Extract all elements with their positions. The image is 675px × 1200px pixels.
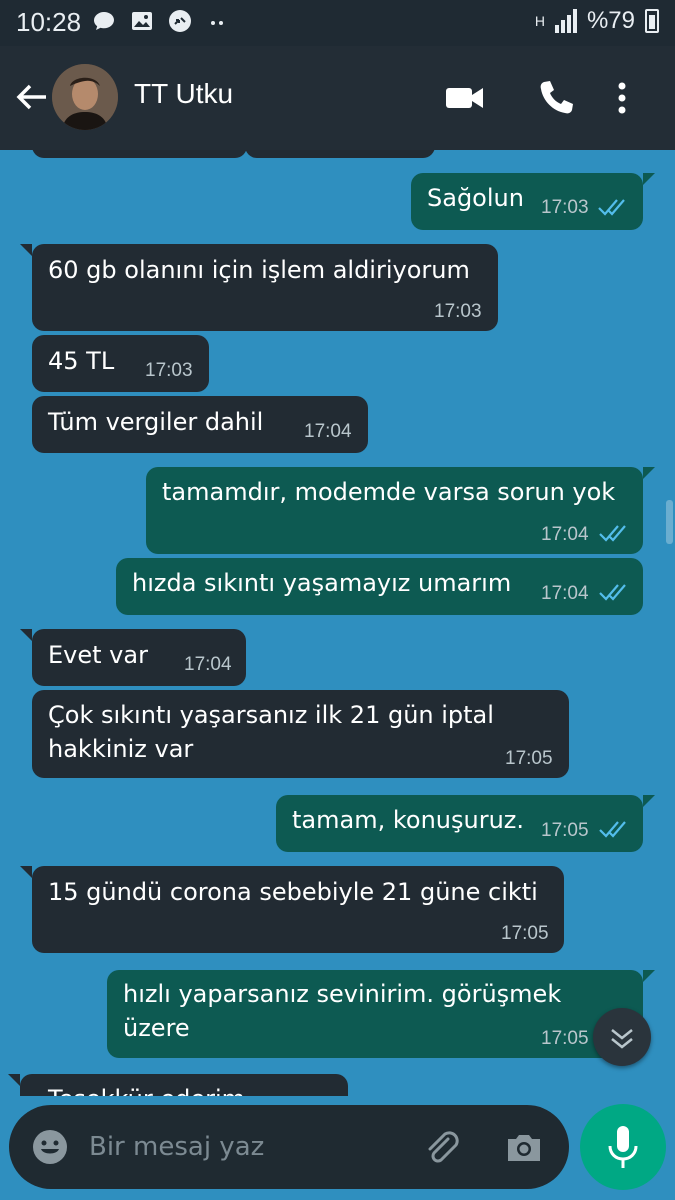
message-text-line1: hızlı yaparsanız sevinirim. görüşmek bbox=[123, 980, 562, 1008]
voice-message-button[interactable] bbox=[580, 1104, 666, 1190]
message-bubble-partial bbox=[32, 150, 247, 158]
message-text: Sağolun bbox=[427, 184, 524, 212]
voice-call-icon[interactable] bbox=[535, 78, 577, 118]
message-text-line1: Çok sıkıntı yaşarsanız ilk 21 gün iptal bbox=[48, 701, 494, 729]
message-composer: Bir mesaj yaz bbox=[9, 1105, 569, 1189]
message-time: 17:03 bbox=[434, 301, 482, 322]
message-outgoing[interactable]: tamam, konuşuruz. 17:05 bbox=[276, 795, 655, 852]
message-time: 17:05 bbox=[541, 820, 589, 841]
message-list[interactable]: Sağolun 17:03 60 gb olanını için işlem a… bbox=[0, 150, 675, 1096]
message-outgoing[interactable]: tamamdır, modemde varsa sorun yok 17:04 bbox=[146, 467, 655, 554]
message-time: 17:04 bbox=[184, 654, 232, 675]
read-ticks-icon bbox=[599, 584, 626, 601]
message-incoming-partial[interactable]: Teşekkür ederim bbox=[8, 1074, 348, 1096]
message-time: 17:05 bbox=[541, 1028, 589, 1049]
scroll-to-bottom-button[interactable] bbox=[593, 1008, 651, 1066]
read-ticks-icon bbox=[599, 525, 626, 542]
chat-notification-icon bbox=[94, 12, 114, 30]
battery-percent: %79 bbox=[586, 7, 635, 34]
message-outgoing[interactable]: Sağolun 17:03 bbox=[411, 173, 655, 230]
camera-icon[interactable] bbox=[504, 1127, 544, 1167]
phone-missed-icon bbox=[169, 10, 191, 32]
message-incoming[interactable]: 15 gündü corona sebebiyle 21 güne cikti … bbox=[20, 866, 564, 953]
message-text: tamamdır, modemde varsa sorun yok bbox=[162, 478, 616, 506]
message-outgoing[interactable]: hızlı yaparsanız sevinirim. görüşmek üze… bbox=[107, 970, 655, 1058]
network-type-label: H bbox=[534, 13, 545, 29]
message-time: 17:05 bbox=[501, 923, 549, 944]
message-time: 17:03 bbox=[145, 360, 193, 381]
battery-icon bbox=[645, 9, 659, 33]
status-bar: 10:28 H %79 bbox=[0, 0, 675, 46]
message-text: 15 gündü corona sebebiyle 21 güne cikti bbox=[48, 878, 538, 906]
back-arrow-icon[interactable] bbox=[12, 78, 50, 116]
scrollbar-thumb[interactable] bbox=[666, 500, 673, 544]
message-time: 17:04 bbox=[541, 524, 589, 545]
avatar-photo bbox=[52, 64, 118, 130]
message-text: 60 gb olanını için işlem aldiriyorum bbox=[48, 256, 470, 284]
message-time: 17:03 bbox=[541, 197, 589, 218]
message-bubble-partial bbox=[245, 150, 435, 158]
message-input[interactable]: Bir mesaj yaz bbox=[89, 1125, 399, 1169]
message-text: Tüm vergiler dahil bbox=[48, 408, 264, 436]
read-ticks-icon bbox=[599, 821, 626, 838]
message-text: tamam, konuşuruz. bbox=[292, 806, 525, 834]
microphone-icon bbox=[608, 1126, 638, 1168]
message-text: hızda sıkıntı yaşamayız umarım bbox=[132, 569, 512, 597]
message-outgoing[interactable]: hızda sıkıntı yaşamayız umarım 17:04 bbox=[116, 558, 643, 615]
message-incoming[interactable]: Evet var 17:04 bbox=[20, 629, 246, 686]
message-text: Evet var bbox=[48, 641, 148, 669]
message-text-line2: hakkiniz var bbox=[48, 735, 194, 763]
emoji-icon[interactable] bbox=[31, 1128, 69, 1166]
more-dots-icon bbox=[211, 21, 223, 25]
message-text: 45 TL bbox=[48, 347, 115, 375]
message-incoming[interactable]: 45 TL 17:03 bbox=[32, 335, 209, 392]
more-options-icon[interactable] bbox=[612, 78, 632, 118]
signal-icon bbox=[554, 9, 577, 33]
read-ticks-icon bbox=[598, 199, 625, 216]
chat-header: TT Utku bbox=[0, 46, 675, 150]
gallery-icon bbox=[132, 12, 152, 30]
contact-avatar[interactable] bbox=[52, 64, 118, 130]
message-incoming[interactable]: Tüm vergiler dahil 17:04 bbox=[32, 396, 368, 453]
message-text-line2: üzere bbox=[123, 1014, 190, 1042]
double-chevron-down-icon bbox=[611, 1029, 633, 1049]
contact-name[interactable]: TT Utku bbox=[134, 78, 233, 110]
video-call-icon[interactable] bbox=[444, 78, 486, 118]
message-time: 17:05 bbox=[505, 748, 553, 769]
status-time: 10:28 bbox=[16, 7, 82, 37]
message-time: 17:04 bbox=[541, 583, 589, 604]
message-text: Teşekkür ederim bbox=[48, 1082, 245, 1096]
message-time: 17:04 bbox=[304, 421, 352, 442]
attach-icon[interactable] bbox=[421, 1127, 461, 1167]
message-incoming[interactable]: Çok sıkıntı yaşarsanız ilk 21 gün iptal … bbox=[32, 690, 569, 778]
message-incoming[interactable]: 60 gb olanını için işlem aldiriyorum 17:… bbox=[20, 244, 498, 331]
